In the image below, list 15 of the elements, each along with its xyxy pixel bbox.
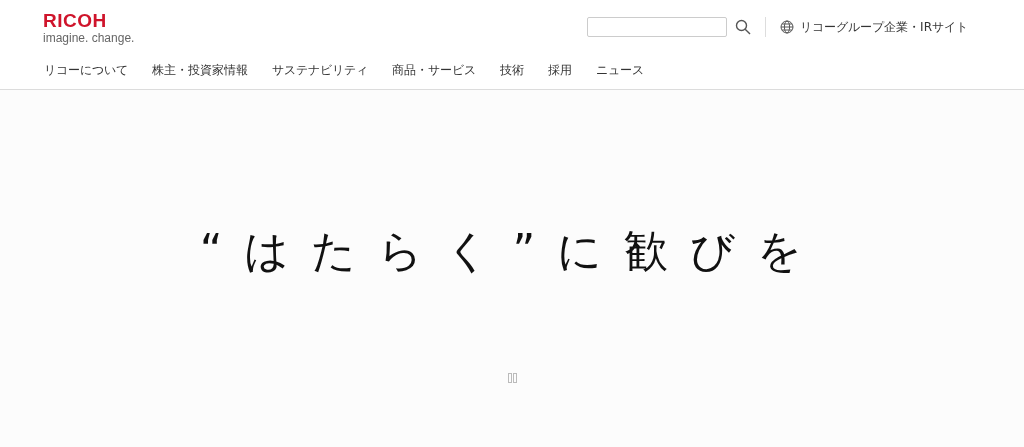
logo-tagline: imagine. change. (43, 31, 135, 45)
search-field[interactable] (587, 17, 728, 37)
nav-link[interactable]: 採用 (548, 62, 572, 79)
globe-icon (780, 20, 795, 34)
nav-link[interactable]: 株主・投資家情報 (152, 62, 248, 79)
group-site-link[interactable]: リコーグループ企業・IRサイト (780, 18, 968, 36)
nav-link[interactable]: ニュース (596, 62, 644, 79)
nav-link[interactable]: 商品・サービス (392, 62, 476, 79)
nav-link[interactable]: 技術 (500, 62, 524, 79)
search-icon[interactable] (735, 19, 752, 35)
logo-wordmark[interactable]: RICOH (43, 11, 135, 31)
pause-icon[interactable] (507, 373, 517, 383)
nav-link[interactable]: サステナビリティ (272, 62, 368, 79)
nav-link[interactable]: リコーについて (44, 62, 128, 79)
hero-headline: “はたらく”に歓びを (199, 224, 825, 278)
